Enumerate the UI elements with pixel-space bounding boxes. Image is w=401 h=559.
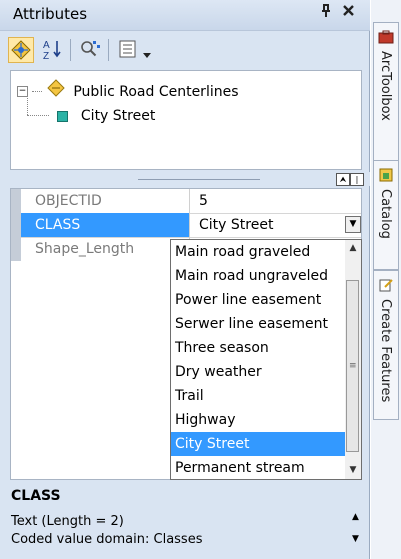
dropdown-option[interactable]: Highway [171,408,345,432]
tab-create-features[interactable]: Create Features [373,270,399,420]
tab-label: Create Features [378,299,393,403]
dropdown-arrow-button[interactable]: ▼ [345,216,361,233]
class-dropdown-list[interactable]: Main road graveled Main road ungraveled … [170,239,362,480]
description-line: Coded value domain: Classes [11,532,203,547]
row-gutter [11,237,21,261]
close-icon[interactable] [342,2,355,22]
create-features-icon [378,277,394,293]
tab-catalog[interactable]: Catalog [373,160,399,270]
scroll-up-icon[interactable]: ▲ [352,512,359,522]
field-description: CLASS Text (Length = 2) Coded value doma… [5,484,366,559]
tab-arctoolbox[interactable]: ArcToolbox [373,22,399,164]
splitter-grip[interactable] [138,179,260,180]
feature-tree: − Public Road Centerlines City Street [10,70,362,170]
dropdown-scrollbar[interactable]: ▲ ≡ ▼ [345,240,361,479]
field-name: CLASS [21,213,189,237]
panel-title: Attributes [13,5,88,23]
feature-label: City Street [80,108,156,124]
class-value-combo[interactable]: City Street [189,213,361,237]
pin-icon[interactable] [320,4,332,22]
options-menu-icon[interactable] [116,37,142,63]
split-view-icon[interactable]: | [350,173,364,186]
dropdown-option[interactable]: Serwer line easement [171,312,345,336]
scroll-down-icon[interactable]: ▼ [352,534,359,544]
scroll-down-icon[interactable]: ▼ [345,462,361,478]
dropdown-option[interactable]: Three season [171,336,345,360]
dropdown-option-selected[interactable]: City Street [171,432,345,456]
grid-row-class[interactable]: CLASS City Street ▼ [11,213,361,238]
tree-connector [32,90,43,93]
arctoolbox-icon [378,29,394,45]
dropdown-option[interactable]: Power line easement [171,288,345,312]
dropdown-option[interactable]: Trail [171,384,345,408]
dropdown-option[interactable]: Main road graveled [171,240,345,264]
field-name: OBJECTID [35,193,102,209]
dock-sidebar: ArcToolbox Catalog Create Features [371,0,401,559]
tab-label: ArcToolbox [378,51,393,121]
tree-feature-row[interactable]: City Street [27,105,155,127]
attributes-panel: Attributes AZ − Public Road Centerlines … [0,0,370,559]
select-features-icon[interactable] [8,37,34,63]
layer-icon [47,79,65,104]
field-name: Shape_Length [35,241,135,257]
field-value[interactable]: 5 [189,189,361,213]
find-identify-icon[interactable] [78,37,104,63]
row-gutter [11,213,21,237]
grid-row-objectid[interactable]: OBJECTID 5 [11,189,361,214]
title-bar[interactable]: Attributes [0,0,370,31]
splitter[interactable]: ⮝ | [0,172,370,186]
tab-label: Catalog [378,189,393,239]
description-scrollbar[interactable]: ▲ ▼ [352,512,364,558]
scroll-up-icon[interactable]: ▲ [345,240,361,256]
feature-icon [57,110,69,122]
expand-up-icon[interactable]: ⮝ [336,173,350,186]
sort-az-icon[interactable]: AZ [40,37,66,63]
description-title: CLASS [11,488,61,504]
grip-icon: ≡ [349,361,357,371]
svg-text:A: A [43,40,50,51]
svg-text:Z: Z [43,51,49,61]
tree-connector [27,115,49,117]
tree-layer-row[interactable]: − Public Road Centerlines [17,79,239,101]
scroll-thumb[interactable]: ≡ [346,280,359,452]
chevron-down-icon[interactable] [142,47,152,63]
dropdown-option[interactable]: Main road ungraveled [171,264,345,288]
row-gutter [11,189,21,213]
description-line: Text (Length = 2) [11,514,124,529]
dropdown-option[interactable]: Dry weather [171,360,345,384]
catalog-icon [378,167,394,183]
dropdown-option[interactable]: Permanent stream [171,456,345,480]
toolbar: AZ [0,31,370,71]
toolbar-separator [70,39,71,61]
layer-label: Public Road Centerlines [73,83,239,100]
toolbar-separator [108,39,109,61]
splitter-buttons: ⮝ | [336,173,364,186]
